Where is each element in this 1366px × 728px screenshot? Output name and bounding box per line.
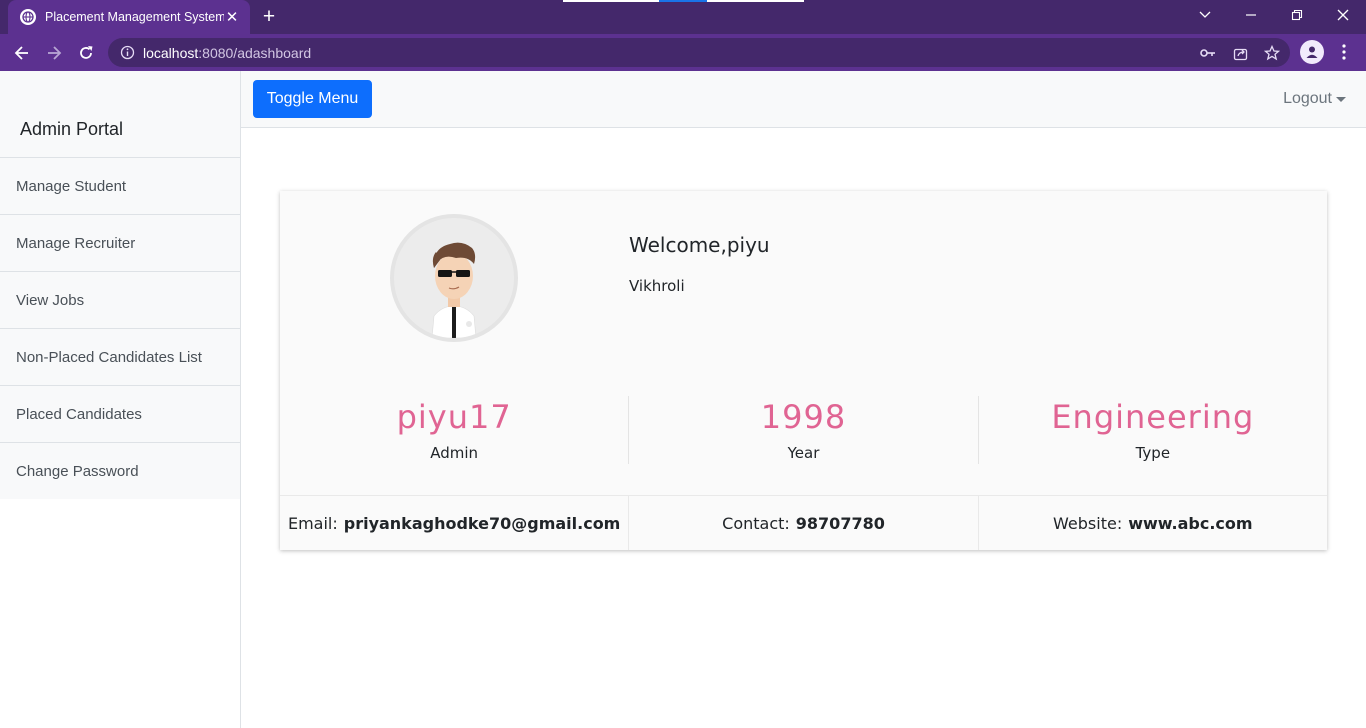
share-icon[interactable] — [1231, 45, 1249, 61]
forward-icon[interactable] — [41, 40, 67, 66]
browser-tab-strip: Placement Management System ✕ + — [0, 0, 1366, 34]
sidebar-item-placed-candidates[interactable]: Placed Candidates — [0, 386, 240, 443]
reload-icon[interactable] — [73, 40, 99, 66]
sidebar-item-manage-student[interactable]: Manage Student — [0, 158, 240, 215]
sidebar: Admin Portal Manage Student Manage Recru… — [0, 71, 241, 728]
sidebar-item-non-placed-candidates[interactable]: Non-Placed Candidates List — [0, 329, 240, 386]
toggle-menu-button[interactable]: Toggle Menu — [253, 80, 372, 118]
restore-icon[interactable] — [1274, 0, 1320, 30]
contact-email: Email: priyankaghodke70@gmail.com — [280, 496, 630, 550]
location-text: Vikhroli — [629, 277, 685, 295]
browser-toolbar: localhost:8080/adashboard — [0, 34, 1366, 71]
sidebar-item-change-password[interactable]: Change Password — [0, 443, 240, 499]
stat-type: Engineering Type — [979, 396, 1327, 464]
stat-value: Engineering — [1051, 398, 1255, 436]
stat-username: piyu17 Admin — [280, 396, 630, 464]
avatar — [390, 214, 518, 342]
contact-value: www.abc.com — [1128, 513, 1253, 533]
key-icon[interactable] — [1199, 45, 1217, 61]
url-text: localhost:8080/adashboard — [143, 44, 312, 61]
contact-label: Contact: — [722, 513, 790, 533]
address-bar[interactable]: localhost:8080/adashboard — [108, 38, 1290, 67]
contact-label: Email: — [287, 513, 338, 533]
browser-tab[interactable]: Placement Management System ✕ — [8, 0, 250, 34]
sidebar-item-manage-recruiter[interactable]: Manage Recruiter — [0, 215, 240, 272]
page: Admin Portal Manage Student Manage Recru… — [0, 71, 1366, 728]
logout-label: Logout — [1283, 90, 1332, 107]
stat-label: Year — [787, 444, 820, 462]
globe-icon — [20, 9, 36, 25]
back-icon[interactable] — [9, 40, 35, 66]
info-icon[interactable] — [120, 45, 135, 60]
contact-value: 98707780 — [795, 513, 885, 533]
profile-icon[interactable] — [1300, 40, 1324, 64]
sidebar-item-view-jobs[interactable]: View Jobs — [0, 272, 240, 329]
tab-strip-indicator — [563, 0, 659, 2]
contact-value: priyankaghodke70@gmail.com — [343, 513, 621, 533]
stat-label: Admin — [430, 444, 479, 462]
contact-phone: Contact: 98707780 — [629, 496, 979, 550]
plus-icon[interactable]: + — [258, 5, 280, 28]
contact-label: Website: — [1053, 513, 1123, 533]
stat-label: Type — [1135, 444, 1171, 462]
close-icon[interactable]: ✕ — [224, 8, 240, 26]
profile-card: Welcome,piyu Vikhroli piyu17 Admin 1998 … — [280, 191, 1327, 550]
minimize-icon[interactable] — [1228, 0, 1274, 30]
welcome-text: Welcome,piyu — [629, 233, 770, 257]
tab-search-icon[interactable] — [1182, 0, 1228, 30]
stat-value: 1998 — [760, 398, 847, 436]
menu-dots-icon[interactable] — [1334, 42, 1354, 62]
caret-down-icon — [1336, 96, 1346, 102]
stat-value: piyu17 — [396, 398, 512, 436]
stats-row: piyu17 Admin 1998 Year Engineering Type — [280, 396, 1327, 464]
top-navbar: Toggle Menu Logout — [241, 71, 1366, 128]
close-window-icon[interactable] — [1320, 0, 1366, 30]
contact-website: Website: www.abc.com — [979, 496, 1327, 550]
tab-strip-indicator — [707, 0, 804, 2]
sidebar-heading: Admin Portal — [0, 71, 240, 158]
tab-strip-indicator-active — [659, 0, 707, 2]
logout-dropdown[interactable]: Logout — [1283, 90, 1346, 108]
stat-year: 1998 Year — [629, 396, 979, 464]
star-icon[interactable] — [1263, 45, 1281, 61]
tab-title: Placement Management System — [45, 10, 224, 24]
contact-row: Email: priyankaghodke70@gmail.com Contac… — [280, 495, 1327, 550]
